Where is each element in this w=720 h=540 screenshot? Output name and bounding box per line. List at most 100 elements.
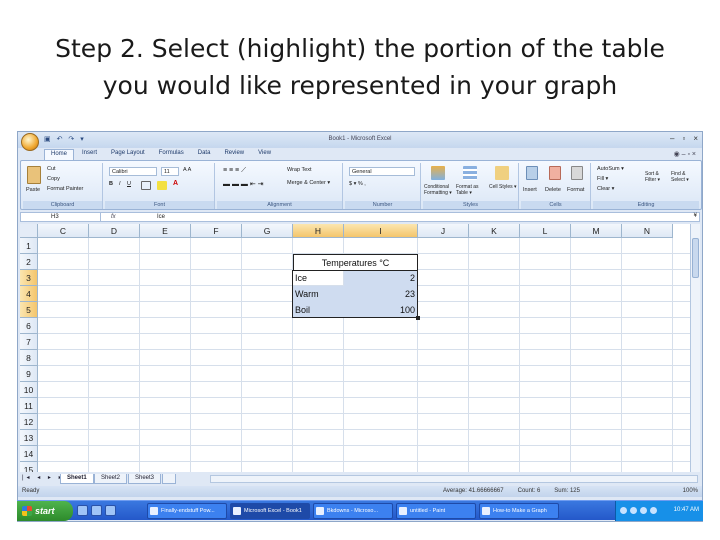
row-header-9[interactable]: 9 <box>20 366 38 382</box>
office-button[interactable] <box>21 133 39 151</box>
tab-home[interactable]: Home <box>44 149 75 160</box>
currency-percent-comma[interactable]: $ ▾ % , <box>349 181 366 187</box>
row-header-7[interactable]: 7 <box>20 334 38 350</box>
delete-cells-icon[interactable] <box>549 166 561 180</box>
fill-color-icon[interactable] <box>157 181 167 190</box>
table-header-cell[interactable]: Temperatures °C <box>293 254 418 270</box>
underline-button[interactable]: U <box>127 181 131 187</box>
horizontal-scrollbar[interactable] <box>210 475 698 483</box>
autosum-button[interactable]: AutoSum ▾ <box>597 166 624 172</box>
sort-filter-button[interactable]: Sort & Filter ▾ <box>645 171 669 183</box>
column-header-g[interactable]: G <box>242 224 293 238</box>
fill-button[interactable]: Fill ▾ <box>597 176 608 182</box>
column-header-m[interactable]: M <box>571 224 622 238</box>
format-cells-icon[interactable] <box>571 166 583 180</box>
column-header-j[interactable]: J <box>418 224 469 238</box>
conditional-formatting-icon[interactable] <box>431 166 445 180</box>
clear-button[interactable]: Clear ▾ <box>597 186 614 192</box>
row-header-4[interactable]: 4 <box>20 286 38 302</box>
zoom-level[interactable]: 100% <box>683 488 698 494</box>
row-header-3[interactable]: 3 <box>20 270 38 286</box>
row-header-6[interactable]: 6 <box>20 318 38 334</box>
maximize-button[interactable]: ▫ <box>682 134 685 143</box>
tray-icon[interactable] <box>630 507 637 514</box>
row-header-1[interactable]: 1 <box>20 238 38 254</box>
task-item-graph[interactable]: How-to Make a Graph <box>479 503 559 519</box>
find-select-button[interactable]: Find & Select ▾ <box>671 171 697 183</box>
tray-icon[interactable] <box>620 507 627 514</box>
sheet-tab-1[interactable]: Sheet1 <box>60 474 94 484</box>
column-header-e[interactable]: E <box>140 224 191 238</box>
font-color-icon[interactable]: A <box>173 180 178 187</box>
clock[interactable]: 10:47 AM <box>674 507 699 513</box>
row-header-14[interactable]: 14 <box>20 446 38 462</box>
paste-button[interactable]: Paste <box>26 187 40 193</box>
row-header-12[interactable]: 12 <box>20 414 38 430</box>
column-header-d[interactable]: D <box>89 224 140 238</box>
column-header-n[interactable]: N <box>622 224 673 238</box>
insert-button[interactable]: Insert <box>523 187 537 193</box>
row-header-5[interactable]: 5 <box>20 302 38 318</box>
tab-view[interactable]: View <box>252 149 277 160</box>
quick-launch-icon[interactable] <box>91 505 102 516</box>
row-header-13[interactable]: 13 <box>20 430 38 446</box>
worksheet-grid[interactable]: C D E F G H I J K L M N 1 2 3 4 5 6 7 8 9 10 11 12 13 14 15 Tempera… <box>20 224 690 472</box>
task-item-paint[interactable]: untitled - Paint <box>396 503 476 519</box>
align-top-icons[interactable]: ≡ ≡ ≡ ⟋ <box>223 167 246 175</box>
column-header-l[interactable]: L <box>520 224 571 238</box>
task-item-excel[interactable]: Microsoft Excel - Book1 <box>230 503 310 519</box>
insert-cells-icon[interactable] <box>526 166 538 180</box>
minimize-button[interactable]: – <box>670 134 674 143</box>
vertical-scroll-thumb[interactable] <box>692 238 699 278</box>
font-size-select[interactable]: 11 <box>161 167 179 176</box>
row-header-2[interactable]: 2 <box>20 254 38 270</box>
column-header-h[interactable]: H <box>293 224 344 238</box>
format-as-table-button[interactable]: Format as Table ▾ <box>456 184 486 196</box>
grow-font-icon[interactable]: A A <box>183 167 191 173</box>
column-header-c[interactable]: C <box>38 224 89 238</box>
start-button[interactable]: start <box>17 501 73 521</box>
vertical-scrollbar[interactable] <box>690 224 700 472</box>
format-button[interactable]: Format <box>567 187 584 193</box>
number-format-select[interactable]: General <box>349 167 415 176</box>
cut-button[interactable]: Cut <box>47 166 56 172</box>
font-name-select[interactable]: Calibri <box>109 167 157 176</box>
fx-icon[interactable]: fx <box>111 213 151 221</box>
formula-input[interactable]: Ice <box>157 213 165 221</box>
tab-page-layout[interactable]: Page Layout <box>105 149 151 160</box>
cell-styles-button[interactable]: Cell Styles ▾ <box>489 184 517 190</box>
cell-styles-icon[interactable] <box>495 166 509 180</box>
task-item-powerpoint[interactable]: Finally-endstuff Pow... <box>147 503 227 519</box>
format-table-icon[interactable] <box>463 166 477 180</box>
expand-formula-icon[interactable]: ¥ <box>694 213 697 219</box>
select-all-corner[interactable] <box>20 224 38 238</box>
quick-launch-icon[interactable] <box>105 505 116 516</box>
tray-icon[interactable] <box>650 507 657 514</box>
row-header-8[interactable]: 8 <box>20 350 38 366</box>
paste-icon[interactable] <box>27 166 41 184</box>
column-header-k[interactable]: K <box>469 224 520 238</box>
italic-button[interactable]: I <box>119 181 121 187</box>
task-item-word[interactable]: Bkdowns - Microso... <box>313 503 393 519</box>
quick-launch-icon[interactable] <box>77 505 88 516</box>
help-icon[interactable]: ◉ – ▫ × <box>674 150 696 158</box>
row-header-11[interactable]: 11 <box>20 398 38 414</box>
tab-formulas[interactable]: Formulas <box>153 149 190 160</box>
wrap-text-button[interactable]: Wrap Text <box>287 167 312 173</box>
sheet-tab-2[interactable]: Sheet2 <box>94 474 128 484</box>
name-box[interactable]: H3 <box>21 213 101 221</box>
column-header-i[interactable]: I <box>344 224 418 238</box>
delete-button[interactable]: Delete <box>545 187 561 193</box>
bold-button[interactable]: B <box>109 181 113 187</box>
align-left-icons[interactable]: ▬ ▬ ▬ ⇤ ⇥ <box>223 180 264 188</box>
format-painter-button[interactable]: Format Painter <box>47 186 83 192</box>
copy-button[interactable]: Copy <box>47 176 60 182</box>
close-button[interactable]: × <box>693 134 698 143</box>
borders-icon[interactable] <box>141 181 151 190</box>
row-header-10[interactable]: 10 <box>20 382 38 398</box>
conditional-formatting-button[interactable]: Conditional Formatting ▾ <box>424 184 454 196</box>
tab-review[interactable]: Review <box>218 149 250 160</box>
tab-insert[interactable]: Insert <box>76 149 103 160</box>
tray-icon[interactable] <box>640 507 647 514</box>
tab-data[interactable]: Data <box>192 149 217 160</box>
